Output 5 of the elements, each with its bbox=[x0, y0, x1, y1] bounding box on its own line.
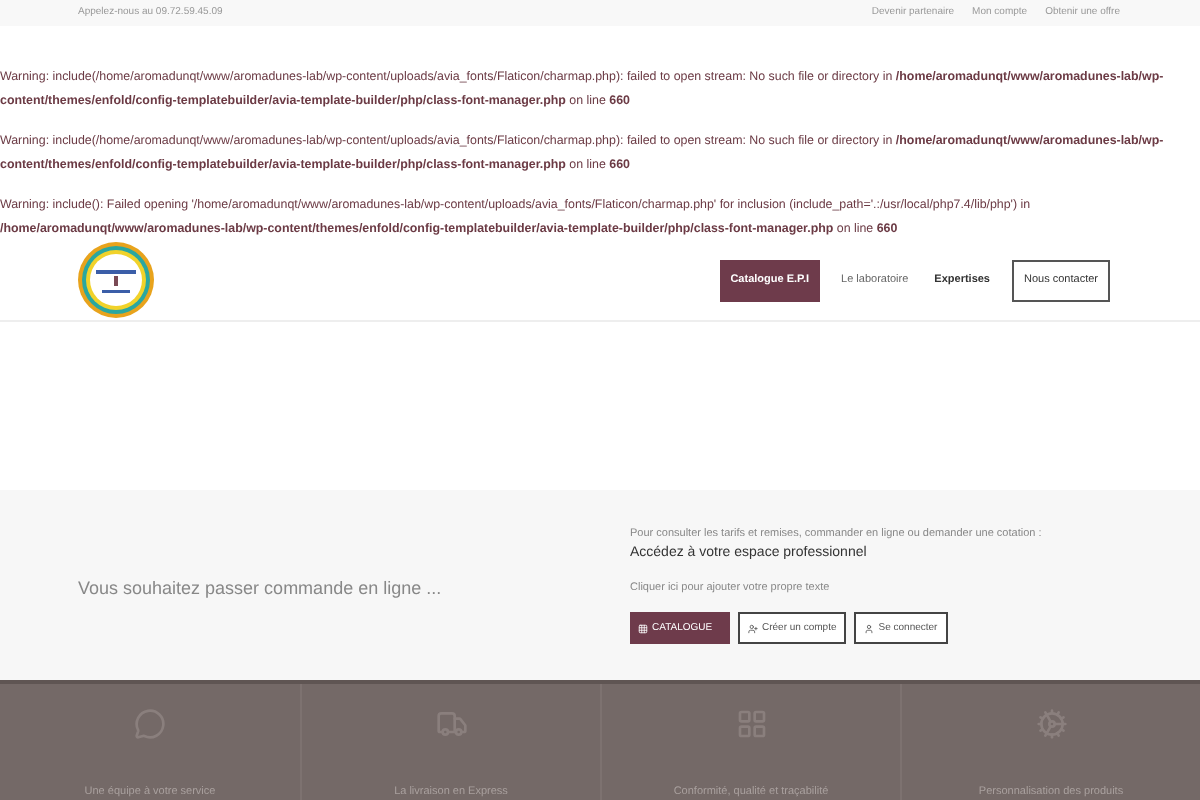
logo-drawing[interactable] bbox=[76, 240, 156, 321]
order-heading: Vous souhaitez passer commande en ligne ... bbox=[78, 577, 442, 598]
user-icon bbox=[864, 623, 875, 634]
grid-icon bbox=[638, 623, 648, 634]
user-plus-icon bbox=[748, 623, 758, 634]
